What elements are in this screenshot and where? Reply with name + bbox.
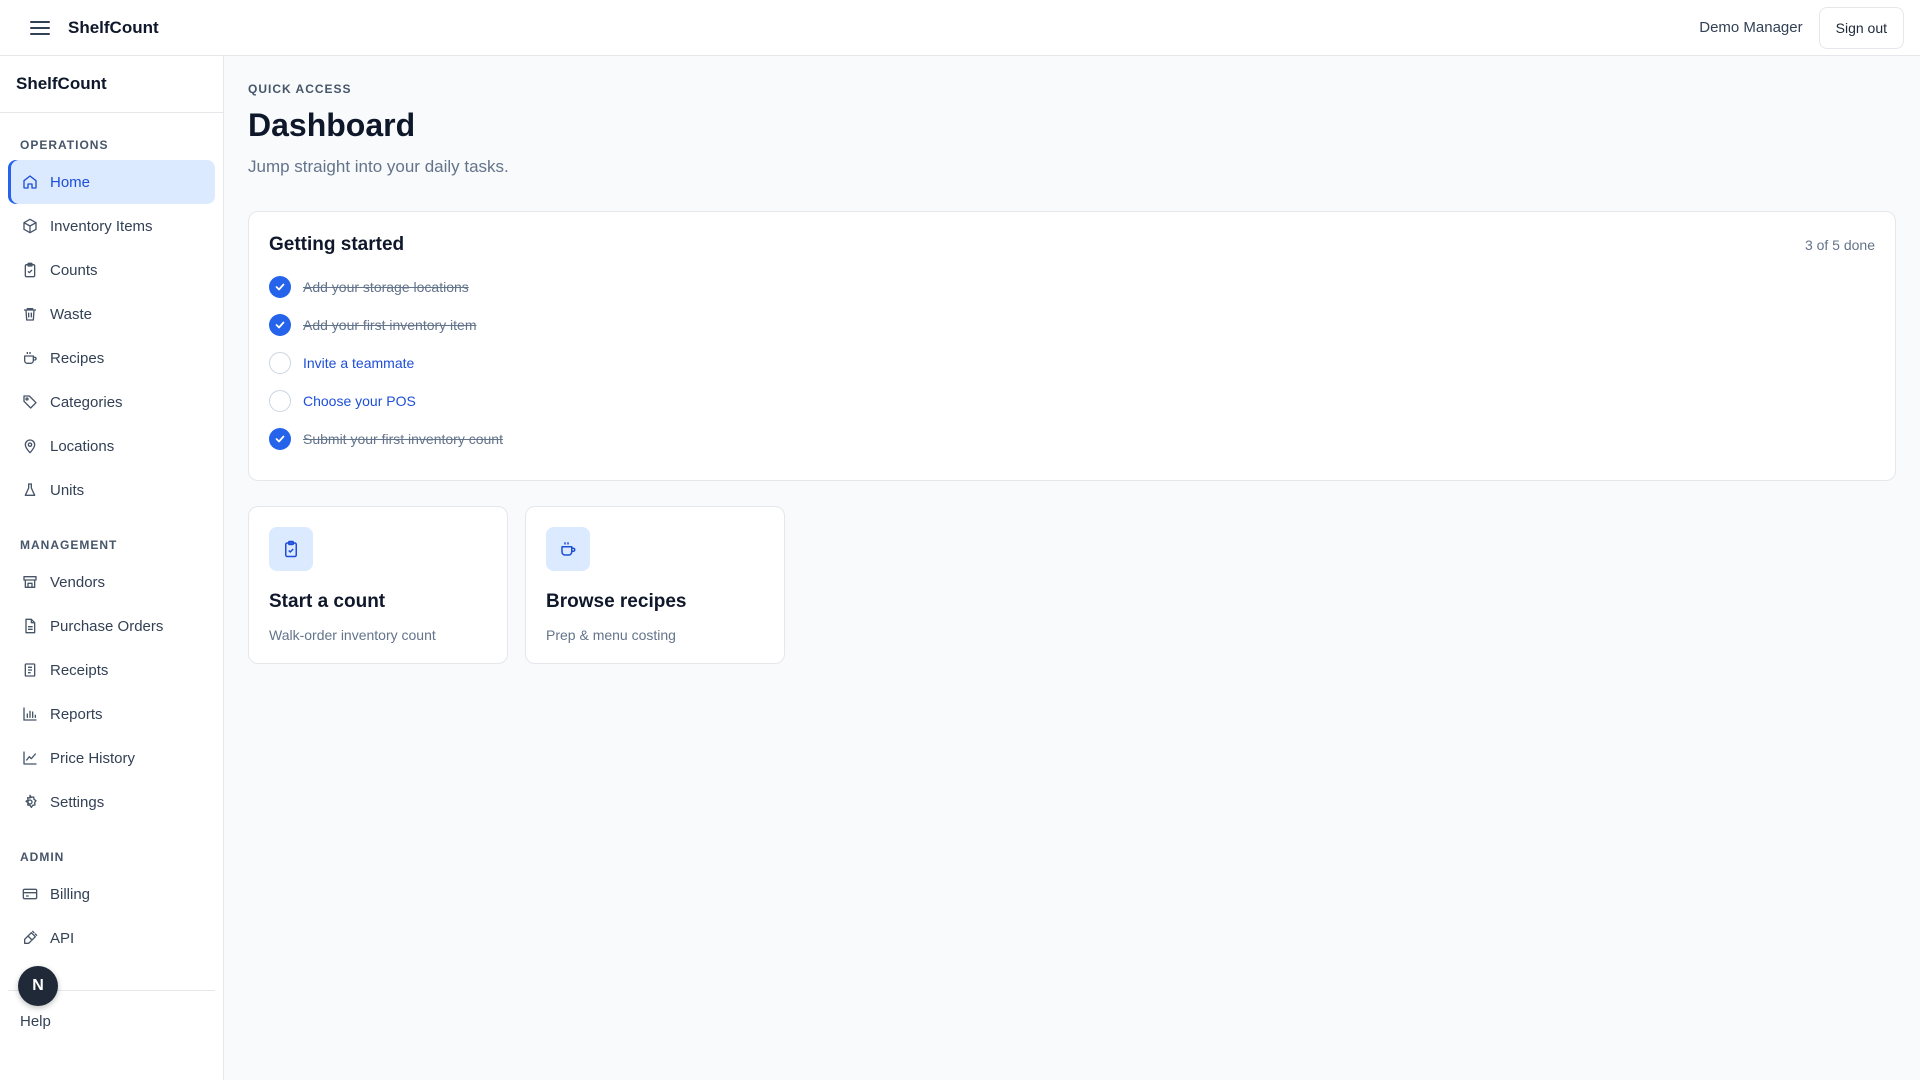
checklist-item: Add your first inventory item bbox=[269, 306, 1875, 344]
sidebar-item-label: Price History bbox=[50, 749, 136, 767]
line-chart-icon bbox=[20, 748, 40, 768]
check-circle-icon[interactable] bbox=[269, 314, 291, 336]
user-name: Demo Manager bbox=[1699, 19, 1803, 36]
sidebar-item-label: Locations bbox=[50, 437, 115, 455]
sidebar-item-purchase-orders[interactable]: Purchase Orders bbox=[8, 604, 215, 648]
clipboard-check-icon bbox=[269, 527, 313, 571]
cup-icon bbox=[546, 527, 590, 571]
checklist-item-label: Submit your first inventory count bbox=[303, 431, 503, 447]
sidebar-item-recipes[interactable]: Recipes bbox=[8, 336, 215, 380]
getting-started-title: Getting started bbox=[269, 234, 405, 255]
receipt-icon bbox=[20, 660, 40, 680]
sidebar-item-label: Reports bbox=[50, 705, 103, 723]
checklist-item: Add your storage locations bbox=[269, 268, 1875, 306]
action-card-title: Start a count bbox=[269, 591, 386, 612]
checklist: Add your storage locations Add your firs… bbox=[269, 268, 1875, 458]
map-pin-icon bbox=[20, 436, 40, 456]
section-label-operations: OPERATIONS bbox=[20, 138, 109, 152]
action-card-description: Walk-order inventory count bbox=[269, 627, 436, 643]
sidebar-item-label: Settings bbox=[50, 793, 105, 811]
check-circle-icon[interactable] bbox=[269, 276, 291, 298]
sidebar-item-vendors[interactable]: Vendors bbox=[8, 560, 215, 604]
checklist-item-label: Add your storage locations bbox=[303, 279, 469, 295]
sidebar-item-label: Receipts bbox=[50, 661, 109, 679]
gear-icon bbox=[20, 792, 40, 812]
trash-icon bbox=[20, 304, 40, 324]
sidebar-item-receipts[interactable]: Receipts bbox=[8, 648, 215, 692]
tag-icon bbox=[20, 392, 40, 412]
checklist-item: Choose your POS bbox=[269, 382, 1875, 420]
sidebar-item-waste[interactable]: Waste bbox=[8, 292, 215, 336]
getting-started-progress: 3 of 5 done bbox=[1804, 237, 1875, 253]
page-title: Dashboard bbox=[248, 107, 416, 143]
sidebar-item-label: Counts bbox=[50, 261, 98, 279]
browse-recipes-card[interactable]: Browse recipes Prep & menu costing bbox=[525, 506, 785, 664]
action-card-title: Browse recipes bbox=[546, 591, 687, 612]
sidebar-item-label: Units bbox=[50, 481, 85, 499]
section-label-management: MANAGEMENT bbox=[20, 538, 118, 552]
sidebar-item-categories[interactable]: Categories bbox=[8, 380, 215, 424]
user-area: Demo Manager Sign out bbox=[1699, 6, 1904, 49]
action-card-description: Prep & menu costing bbox=[546, 627, 676, 643]
cup-icon bbox=[20, 348, 40, 368]
flask-icon bbox=[20, 480, 40, 500]
sidebar-item-price-history[interactable]: Price History bbox=[8, 736, 215, 780]
empty-circle-icon[interactable] bbox=[269, 352, 291, 374]
hamburger-menu-icon[interactable] bbox=[28, 16, 52, 40]
file-text-icon bbox=[20, 616, 40, 636]
sidebar-item-label: API bbox=[50, 929, 75, 947]
sidebar-item-label: Inventory Items bbox=[50, 217, 153, 235]
getting-started-card: Getting started 3 of 5 done Add your sto… bbox=[248, 211, 1896, 481]
sidebar-item-label: Vendors bbox=[50, 573, 106, 591]
sidebar-item-label: Categories bbox=[50, 393, 123, 411]
checklist-item-link[interactable]: Invite a teammate bbox=[303, 355, 414, 371]
checklist-item: Invite a teammate bbox=[269, 344, 1875, 382]
credit-card-icon bbox=[20, 884, 40, 904]
empty-circle-icon[interactable] bbox=[269, 390, 291, 412]
checklist-item: Submit your first inventory count bbox=[269, 420, 1875, 458]
app-brand[interactable]: ShelfCount bbox=[68, 18, 159, 38]
sidebar-item-counts[interactable]: Counts bbox=[8, 248, 215, 292]
check-circle-icon[interactable] bbox=[269, 428, 291, 450]
page-eyebrow: QUICK ACCESS bbox=[248, 82, 352, 96]
page-subtitle: Jump straight into your daily tasks. bbox=[248, 157, 509, 176]
sidebar-brand[interactable]: ShelfCount bbox=[0, 56, 223, 113]
sidebar-item-label: Purchase Orders bbox=[50, 617, 164, 635]
sidebar-item-settings[interactable]: Settings bbox=[8, 780, 215, 824]
sidebar-item-reports[interactable]: Reports bbox=[8, 692, 215, 736]
top-bar: ShelfCount Demo Manager Sign out bbox=[0, 0, 1920, 56]
sidebar-item-label: Recipes bbox=[50, 349, 105, 367]
sidebar-item-label: Home bbox=[50, 173, 91, 191]
sidebar-item-label: Billing bbox=[50, 885, 91, 903]
plug-icon bbox=[20, 928, 40, 948]
section-label-admin: ADMIN bbox=[20, 850, 65, 864]
sidebar-item-label: Waste bbox=[50, 305, 92, 323]
box-icon bbox=[20, 216, 40, 236]
bar-chart-icon bbox=[20, 704, 40, 724]
home-icon bbox=[20, 172, 40, 192]
getting-started-header: Getting started 3 of 5 done bbox=[269, 234, 1875, 256]
sidebar-item-api[interactable]: API bbox=[8, 916, 215, 960]
sidebar-item-billing[interactable]: Billing bbox=[8, 872, 215, 916]
avatar[interactable]: N bbox=[18, 966, 58, 1006]
help-link[interactable]: Help bbox=[0, 1013, 51, 1030]
sidebar-item-inventory-items[interactable]: Inventory Items bbox=[8, 204, 215, 248]
checklist-item-link[interactable]: Choose your POS bbox=[303, 393, 416, 409]
sidebar-item-home[interactable]: Home bbox=[8, 160, 215, 204]
clipboard-check-icon bbox=[20, 260, 40, 280]
sidebar-item-locations[interactable]: Locations bbox=[8, 424, 215, 468]
main-content: QUICK ACCESS Dashboard Jump straight int… bbox=[248, 56, 1896, 664]
store-icon bbox=[20, 572, 40, 592]
sign-out-button[interactable]: Sign out bbox=[1818, 6, 1904, 49]
checklist-item-label: Add your first inventory item bbox=[303, 317, 477, 333]
sidebar: ShelfCount OPERATIONS Home Inventory Ite… bbox=[0, 56, 224, 1080]
start-count-card[interactable]: Start a count Walk-order inventory count bbox=[248, 506, 508, 664]
sidebar-item-units[interactable]: Units bbox=[8, 468, 215, 512]
